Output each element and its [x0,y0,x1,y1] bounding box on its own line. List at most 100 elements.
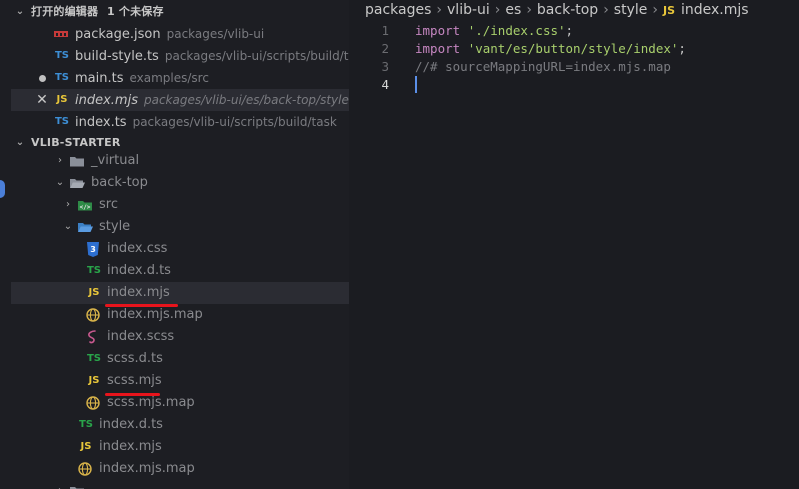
folder-icon [69,480,87,489]
breadcrumb: packages › vlib-ui › es › back-top › style › JS ind… [365,2,749,22]
tree-item-file[interactable]: index.scss [11,326,349,348]
tree-item-file[interactable]: 3 index.css [11,238,349,260]
open-editor-path: packages/vlib-ui/scripts/build/t... [164,49,349,63]
tree-item-file[interactable]: JS index.mjs [11,436,349,458]
line-number: 3 [381,59,389,74]
css-icon: 3 [85,238,103,260]
tree-item-label: index.mjs.map [107,307,203,322]
tree-item-label: back-top [91,175,148,190]
typescript-icon: TS [54,116,70,127]
unsaved-dot-icon[interactable] [39,75,46,82]
code-line[interactable]: 3 //# sourceMappingURL=index.mjs.map [349,58,799,76]
open-editor-path: packages/vlib-ui/scripts/build/task [132,115,337,129]
chevron-down-icon: ⌄ [63,221,73,232]
globe-icon [77,458,95,480]
breadcrumb-separator-icon: › [652,2,658,18]
breadcrumb-item[interactable]: style [614,2,648,18]
javascript-icon: JS [88,287,100,298]
open-editors-header[interactable]: ⌄ 打开的编辑器 1 个未保存 [11,1,349,23]
open-editor-name: build-style.ts [75,49,159,64]
tree-item-label: src [99,197,118,212]
npm-icon [53,23,71,45]
tree-item-folder-partial[interactable]: › [11,480,349,489]
javascript-icon: JS [80,441,92,452]
breadcrumb-item[interactable]: back-top [537,2,598,18]
javascript-icon: JS [662,4,675,17]
chevron-down-icon: ⌄ [15,6,25,17]
tree-item-label: scss.mjs [107,373,162,388]
tree-item-file[interactable]: TS scss.d.ts [11,348,349,370]
code-punctuation: ; [565,23,574,38]
tree-item-label: index.d.ts [99,417,163,432]
tree-item-label: index.scss [107,329,175,344]
close-icon[interactable]: ✕ [33,89,51,111]
breadcrumb-item[interactable]: index.mjs [681,2,749,18]
tree-item-folder[interactable]: › _virtual [11,150,349,172]
open-editor-name: index.ts [75,115,127,130]
tree-item-file[interactable]: TS index.d.ts [11,414,349,436]
typescript-def-icon: TS [86,353,102,364]
open-editor-item[interactable]: TS main.ts examples/src [11,67,349,89]
tree-item-label: index.mjs.map [99,461,195,476]
tree-item-label: index.mjs [107,285,170,300]
folder-icon [69,150,87,172]
tree-item-label: index.d.ts [107,263,171,278]
tree-item-folder[interactable]: › </> src [11,194,349,216]
code-comment: //# sourceMappingURL=index.mjs.map [415,59,671,74]
open-editor-item[interactable]: TS index.ts packages/vlib-ui/scripts/buil… [11,111,349,133]
open-editors-title: 打开的编辑器 [31,5,99,18]
folder-open-icon [69,172,87,194]
tree-item-file[interactable]: TS index.d.ts [11,260,349,282]
tree-item-file[interactable]: index.mjs.map [11,304,349,326]
breadcrumb-item[interactable]: es [505,2,521,18]
breadcrumb-separator-icon: › [494,2,501,18]
open-editor-path: packages/vlib-ui [166,27,265,41]
typescript-def-icon: TS [86,265,102,276]
breadcrumb-separator-icon: › [436,2,443,18]
scrollbar-thumb[interactable] [0,180,5,198]
tree-item-folder[interactable]: ⌄ back-top [11,172,349,194]
tree-item-file[interactable]: index.mjs.map [11,458,349,480]
code-line[interactable]: 2 import 'vant/es/button/style/index'; [349,40,799,58]
open-editor-item-active[interactable]: ✕ JS index.mjs packages/vlib-ui/es/back-t… [11,89,349,111]
open-editor-name: package.json [75,27,161,42]
svg-text:</>: </> [80,204,91,211]
line-number: 2 [381,41,389,56]
chevron-down-icon: ⌄ [55,177,65,188]
typescript-icon: TS [54,50,70,61]
code-keyword: import [415,23,461,38]
code-editor: packages › vlib-ui › es › back-top › style › JS ind… [349,0,799,489]
tree-item-file[interactable]: JS scss.mjs [11,370,349,392]
code-line-current[interactable]: 4 [349,76,799,94]
code-string: './index.css' [467,23,566,38]
open-editor-name: main.ts [75,71,124,86]
folder-src-icon: </> [77,194,95,216]
folder-style-icon [77,216,95,238]
tree-item-file-selected[interactable]: JS index.mjs [11,282,349,304]
javascript-icon: JS [88,375,100,386]
tree-item-file[interactable]: scss.mjs.map [11,392,349,414]
open-editor-path: examples/src [129,71,209,85]
typescript-def-icon: TS [78,419,94,430]
tree-item-label: scss.mjs.map [107,395,195,410]
explorer-sidebar: ⌄ 打开的编辑器 1 个未保存 package.json packages/vli… [0,0,349,489]
code-string: 'vant/es/button/style/index' [467,41,679,56]
globe-icon [85,392,103,414]
svg-text:3: 3 [90,245,96,254]
tree-item-label: index.css [107,241,168,256]
tree-item-folder[interactable]: ⌄ style [11,216,349,238]
line-number: 4 [381,77,389,92]
tree-item-label: scss.d.ts [107,351,163,366]
chevron-right-icon: › [58,155,62,166]
sass-icon [85,326,103,348]
tree-item-label: index.mjs [99,439,162,454]
globe-icon [85,304,103,326]
open-editor-item[interactable]: TS build-style.ts packages/vlib-ui/script… [11,45,349,67]
chevron-right-icon: › [66,199,70,210]
code-punctuation: ; [678,41,686,56]
breadcrumb-item[interactable]: vlib-ui [447,2,490,18]
breadcrumb-item[interactable]: packages [365,2,431,18]
breadcrumb-separator-icon: › [526,2,532,18]
code-line[interactable]: 1 import './index.css'; [349,22,799,40]
open-editor-item[interactable]: package.json packages/vlib-ui [11,23,349,45]
